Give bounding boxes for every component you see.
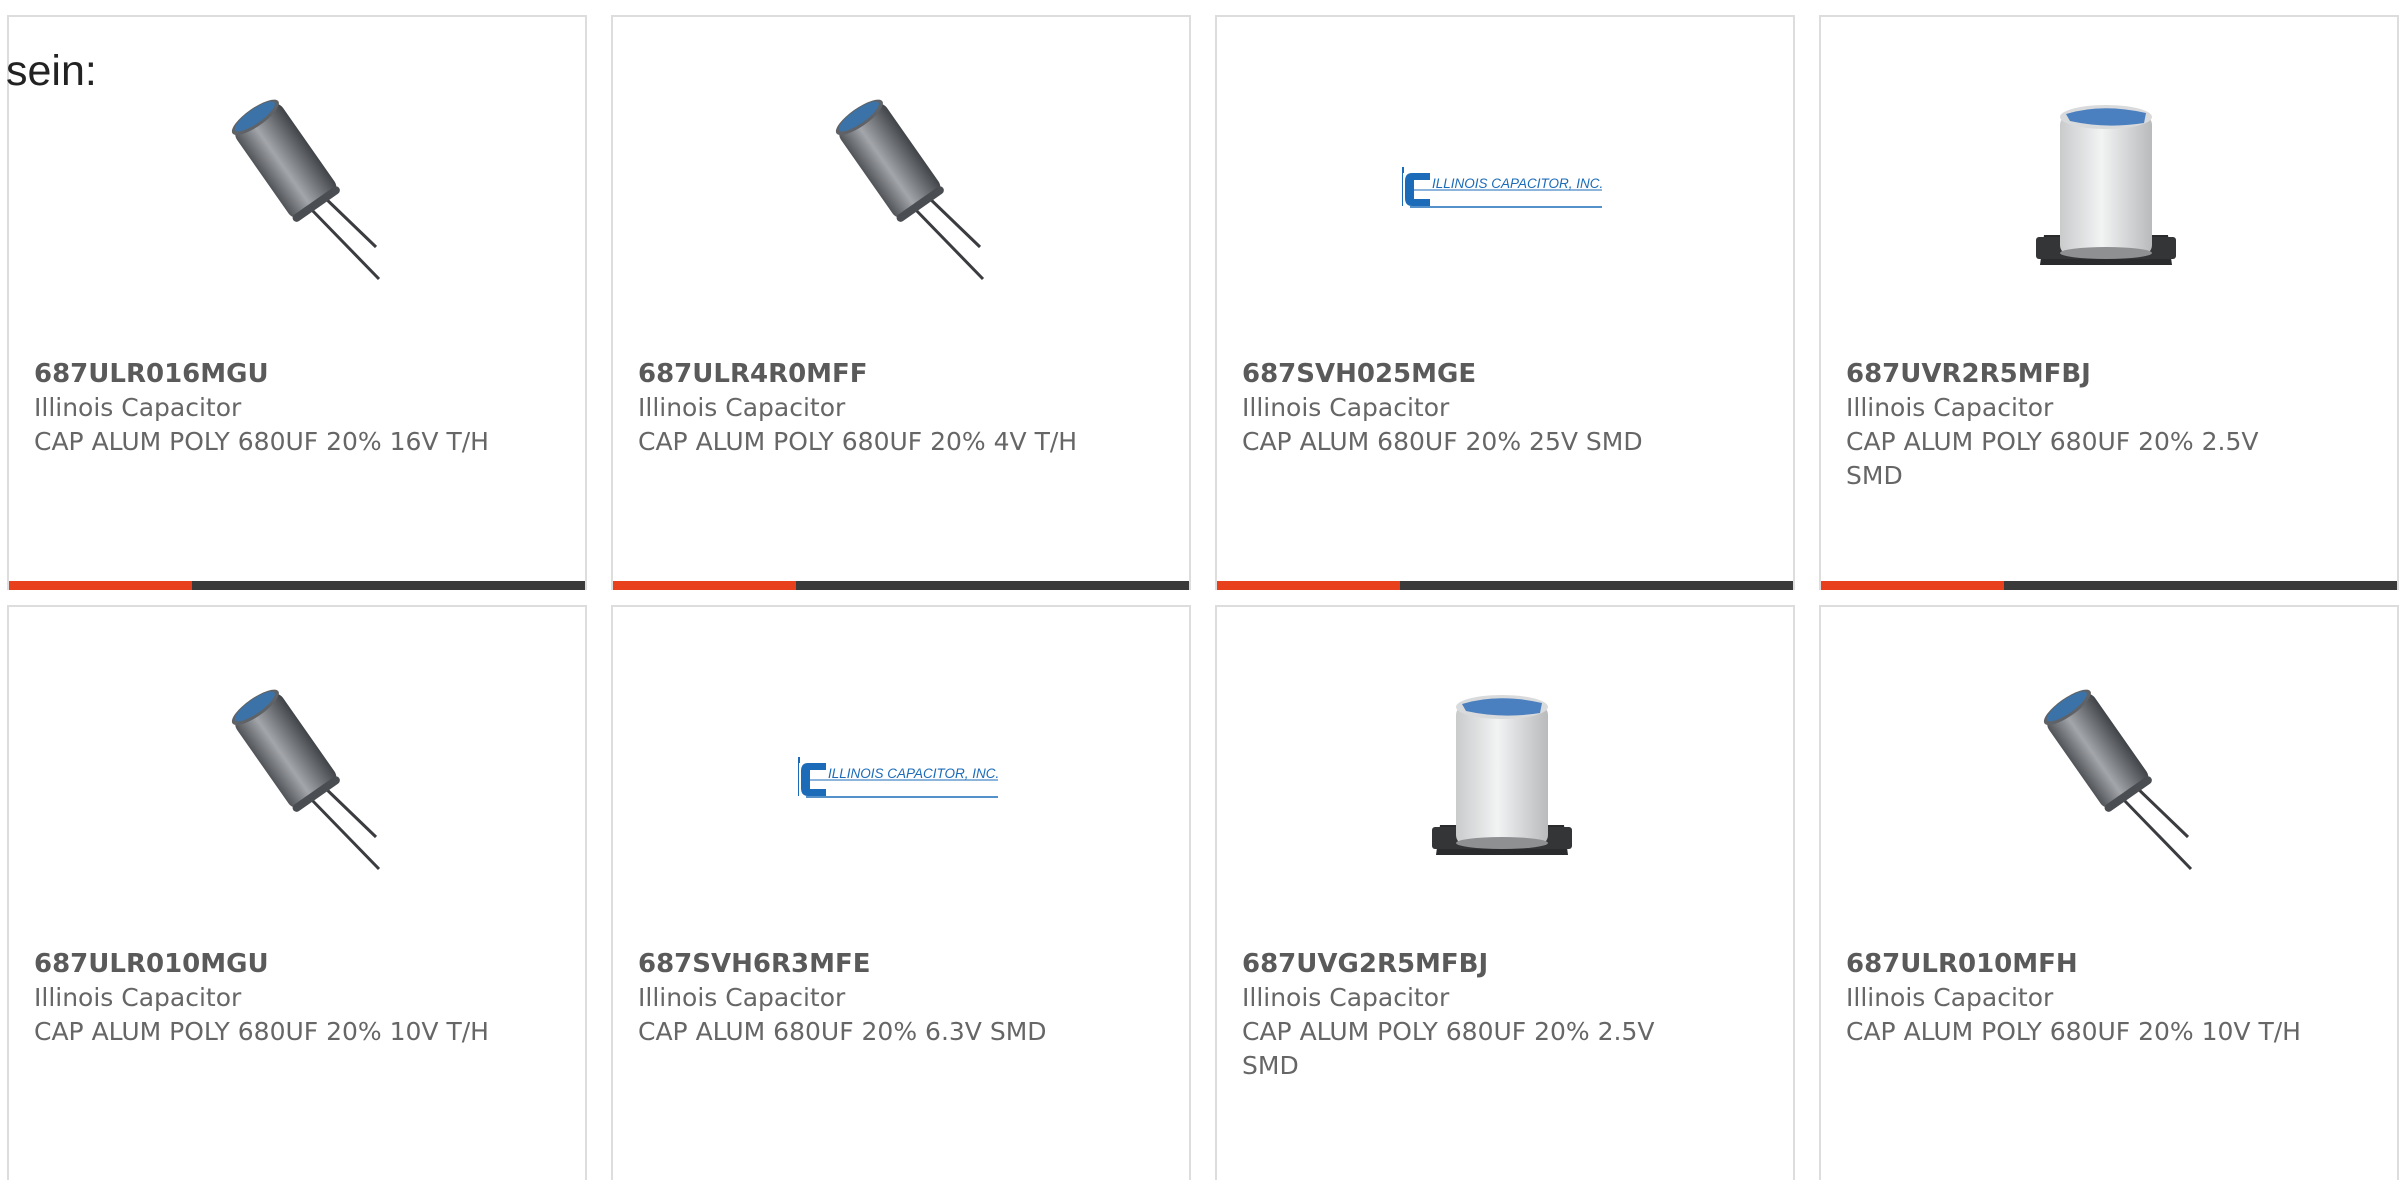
manufacturer: Illinois Capacitor xyxy=(1846,393,2054,422)
manufacturer: Illinois Capacitor xyxy=(34,983,242,1012)
card-accent-bar xyxy=(613,581,796,590)
part-number-link[interactable]: 687ULR4R0MFF xyxy=(638,357,1098,391)
product-card[interactable]: ILLINOIS CAPACITOR, INC. 687SVH025MGE Il… xyxy=(1215,15,1795,590)
page-prefix-text: sein: xyxy=(6,47,97,95)
logo-text: ILLINOIS CAPACITOR, INC. xyxy=(1432,176,1602,191)
product-info: 687SVH6R3MFE Illinois Capacitor CAP ALUM… xyxy=(638,947,1098,1049)
product-description: CAP ALUM POLY 680UF 20% 2.5V SMD xyxy=(1846,427,2259,490)
smd-capacitor-icon[interactable] xyxy=(1402,677,1602,877)
part-number-link[interactable]: 687UVR2R5MFBJ xyxy=(1846,357,2306,391)
part-number-link[interactable]: 687ULR016MGU xyxy=(34,357,494,391)
product-card[interactable]: 687ULR4R0MFF Illinois Capacitor CAP ALUM… xyxy=(611,15,1191,590)
illinois-capacitor-logo[interactable]: ILLINOIS CAPACITOR, INC. xyxy=(798,677,998,877)
product-description: CAP ALUM POLY 680UF 20% 16V T/H xyxy=(34,427,489,456)
radial-capacitor-icon[interactable] xyxy=(194,677,394,877)
product-description: CAP ALUM POLY 680UF 20% 10V T/H xyxy=(34,1017,489,1046)
card-footer-bar xyxy=(1821,581,2397,590)
product-info: 687ULR010MFH Illinois Capacitor CAP ALUM… xyxy=(1846,947,2306,1049)
product-grid: 687ULR016MGU Illinois Capacitor CAP ALUM… xyxy=(7,15,2399,1180)
product-description: CAP ALUM 680UF 20% 6.3V SMD xyxy=(638,1017,1047,1046)
part-number-link[interactable]: 687SVH6R3MFE xyxy=(638,947,1098,981)
product-info: 687UVR2R5MFBJ Illinois Capacitor CAP ALU… xyxy=(1846,357,2306,493)
card-accent-bar xyxy=(1821,581,2004,590)
manufacturer: Illinois Capacitor xyxy=(638,393,846,422)
product-info: 687ULR010MGU Illinois Capacitor CAP ALUM… xyxy=(34,947,494,1049)
product-card[interactable]: 687ULR010MFH Illinois Capacitor CAP ALUM… xyxy=(1819,605,2399,1180)
manufacturer: Illinois Capacitor xyxy=(1846,983,2054,1012)
part-number-link[interactable]: 687SVH025MGE xyxy=(1242,357,1702,391)
product-card[interactable]: ILLINOIS CAPACITOR, INC. 687SVH6R3MFE Il… xyxy=(611,605,1191,1180)
illinois-capacitor-logo[interactable]: ILLINOIS CAPACITOR, INC. xyxy=(1402,87,1602,287)
product-card[interactable]: 687UVG2R5MFBJ Illinois Capacitor CAP ALU… xyxy=(1215,605,1795,1180)
product-description: CAP ALUM POLY 680UF 20% 10V T/H xyxy=(1846,1017,2301,1046)
product-card[interactable]: 687UVR2R5MFBJ Illinois Capacitor CAP ALU… xyxy=(1819,15,2399,590)
product-card[interactable]: 687ULR016MGU Illinois Capacitor CAP ALUM… xyxy=(7,15,587,590)
card-accent-bar xyxy=(9,581,192,590)
card-footer-bar xyxy=(1217,581,1793,590)
product-info: 687ULR016MGU Illinois Capacitor CAP ALUM… xyxy=(34,357,494,459)
manufacturer: Illinois Capacitor xyxy=(638,983,846,1012)
product-description: CAP ALUM 680UF 20% 25V SMD xyxy=(1242,427,1643,456)
product-info: 687UVG2R5MFBJ Illinois Capacitor CAP ALU… xyxy=(1242,947,1702,1083)
logo-text: ILLINOIS CAPACITOR, INC. xyxy=(828,766,998,781)
part-number-link[interactable]: 687UVG2R5MFBJ xyxy=(1242,947,1702,981)
card-footer-bar xyxy=(613,581,1189,590)
product-card[interactable]: 687ULR010MGU Illinois Capacitor CAP ALUM… xyxy=(7,605,587,1180)
radial-capacitor-icon[interactable] xyxy=(2006,677,2206,877)
card-accent-bar xyxy=(1217,581,1400,590)
radial-capacitor-icon[interactable] xyxy=(194,87,394,287)
part-number-link[interactable]: 687ULR010MFH xyxy=(1846,947,2306,981)
manufacturer: Illinois Capacitor xyxy=(34,393,242,422)
card-footer-bar xyxy=(9,581,585,590)
product-description: CAP ALUM POLY 680UF 20% 4V T/H xyxy=(638,427,1078,456)
manufacturer: Illinois Capacitor xyxy=(1242,983,1450,1012)
part-number-link[interactable]: 687ULR010MGU xyxy=(34,947,494,981)
radial-capacitor-icon[interactable] xyxy=(798,87,998,287)
smd-capacitor-icon[interactable] xyxy=(2006,87,2206,287)
product-info: 687SVH025MGE Illinois Capacitor CAP ALUM… xyxy=(1242,357,1702,459)
product-description: CAP ALUM POLY 680UF 20% 2.5V SMD xyxy=(1242,1017,1655,1080)
product-info: 687ULR4R0MFF Illinois Capacitor CAP ALUM… xyxy=(638,357,1098,459)
manufacturer: Illinois Capacitor xyxy=(1242,393,1450,422)
